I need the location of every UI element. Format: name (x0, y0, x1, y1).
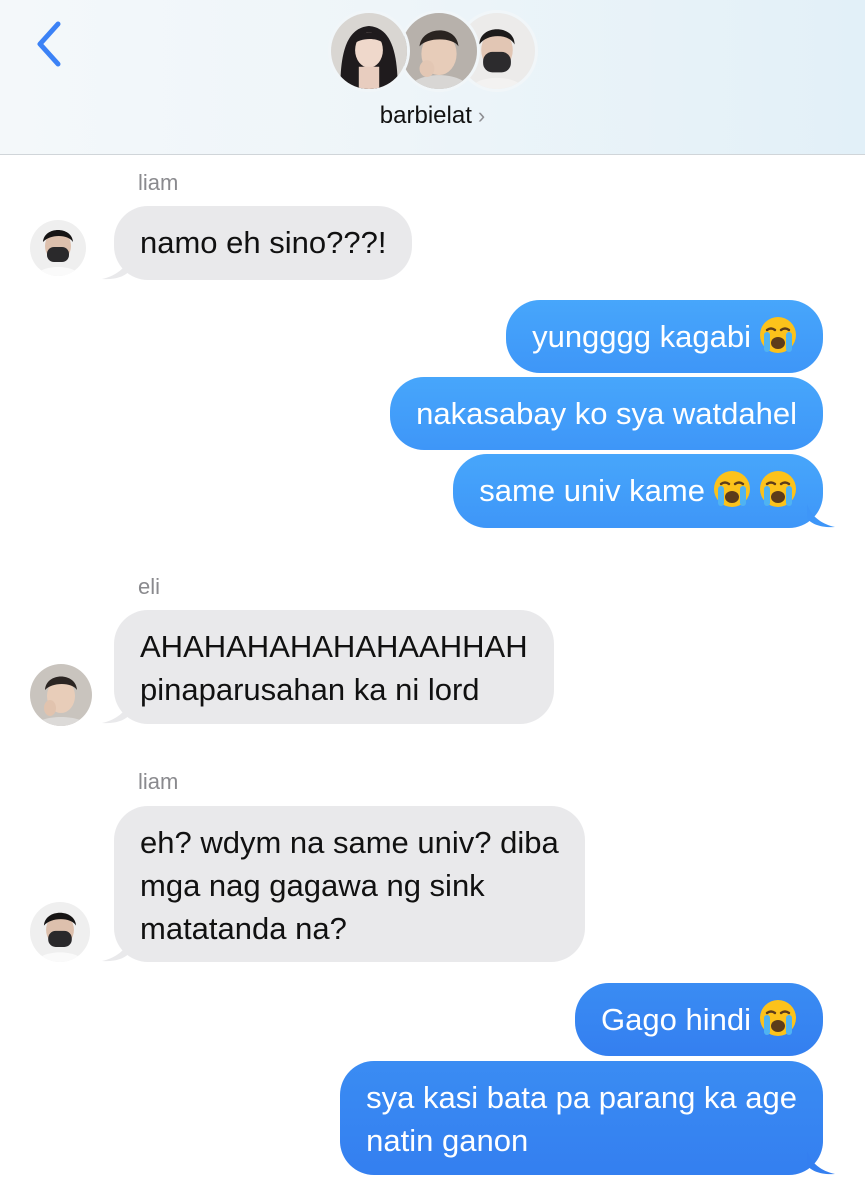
message-text-line: mga nag gagawa ng sink (140, 868, 485, 903)
bubble-tail (807, 1151, 835, 1175)
message-bubble[interactable]: nakasabay ko sya watdahel (390, 377, 823, 450)
group-avatars[interactable] (328, 10, 538, 94)
bubble-tail (102, 256, 130, 280)
message-text-line: eh? wdym na same univ? diba (140, 825, 559, 860)
sender-name: eli (138, 574, 161, 599)
loudly-crying-face-icon (759, 470, 797, 508)
message-bubble[interactable]: sya kasi bata pa parang ka age natin gan… (340, 1061, 823, 1175)
back-button[interactable] (28, 18, 72, 70)
message-text: nakasabay ko sya watdahel (416, 396, 797, 431)
message-text-line: sya kasi bata pa parang ka age (366, 1080, 797, 1115)
message-text-line: natin ganon (366, 1123, 529, 1158)
message-bubble[interactable]: same univ kame (453, 454, 823, 528)
liam-avatar (30, 220, 86, 276)
bubble-tail (807, 504, 835, 528)
group-member-avatar (398, 10, 480, 92)
group-name-button[interactable]: barbielat › (0, 102, 865, 130)
eli-avatar (30, 664, 92, 726)
chevron-right-icon: › (477, 103, 486, 128)
loudly-crying-face-icon (759, 999, 797, 1037)
sender-name: liam (138, 170, 179, 195)
bubble-tail (102, 938, 130, 962)
group-name-label: barbielat (379, 102, 472, 129)
message-bubble[interactable]: eh? wdym na same univ? diba mga nag gaga… (114, 806, 585, 962)
sender-name: liam (138, 769, 179, 794)
message-text: namo eh sino???! (140, 225, 387, 260)
message-bubble[interactable]: yungggg kagabi (506, 300, 823, 373)
chevron-left-icon (37, 21, 61, 67)
message-text: yungggg kagabi (532, 319, 751, 354)
message-text-line: AHAHAHAHAHAHAAHHAH (140, 629, 528, 664)
message-bubble[interactable]: Gago hindi (575, 983, 823, 1056)
group-member-avatar (328, 10, 410, 92)
message-text-line: pinaparusahan ka ni lord (140, 672, 480, 707)
message-text-line: matatanda na? (140, 911, 347, 946)
loudly-crying-face-icon (759, 316, 797, 354)
liam-avatar (30, 902, 90, 962)
message-text: same univ kame (479, 473, 705, 508)
message-bubble[interactable]: namo eh sino???! (114, 206, 413, 280)
bubble-tail (102, 700, 130, 724)
loudly-crying-face-icon (713, 470, 751, 508)
conversation-header: barbielat › (0, 0, 865, 155)
message-text: Gago hindi (601, 1002, 751, 1037)
message-bubble[interactable]: AHAHAHAHAHAHAAHHAH pinaparusahan ka ni l… (114, 610, 554, 724)
